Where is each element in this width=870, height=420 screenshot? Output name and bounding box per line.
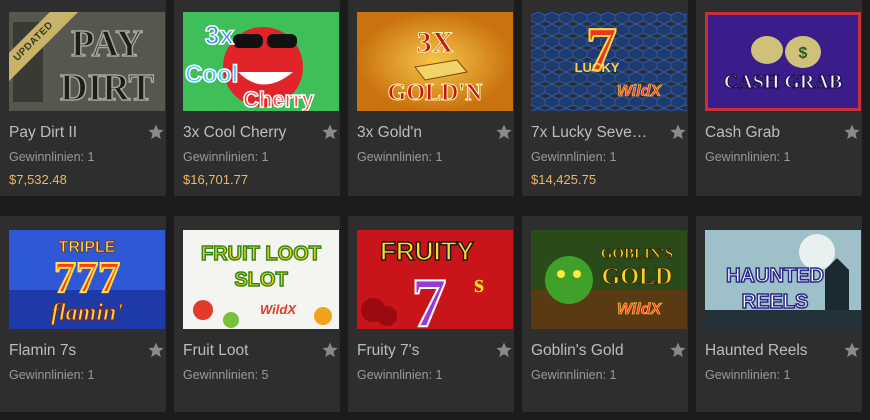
svg-text:FRUIT LOOT: FRUIT LOOT [201,243,321,265]
svg-text:REELS: REELS [742,291,809,313]
paylines-label: Gewinnlinien: 1 [9,150,95,164]
game-thumbnail[interactable]: HAUNTED REELS [705,230,861,329]
paylines-label: Gewinnlinien: 1 [357,368,443,382]
jackpot-amount: $7,532.48 [9,172,67,187]
svg-text:Cool: Cool [185,61,238,88]
svg-text:FRUITY: FRUITY [380,236,474,266]
game-thumbnail[interactable]: FRUITY 7 s [357,230,513,329]
star-icon[interactable] [844,342,860,358]
svg-text:3X: 3X [417,26,454,59]
game-thumbnail[interactable]: FRUIT LOOT SLOT WildX [183,230,339,329]
game-title[interactable]: 3x Cool Cherry [183,124,313,142]
game-card-flamin-7s[interactable]: TRIPLE 777 flamin' Flamin 7s Gewinnlinie… [0,216,166,412]
svg-text:WildX: WildX [617,301,663,318]
game-card-cash-grab[interactable]: $ CASH GRAB Cash Grab Gewinnlinien: 1 [696,0,862,196]
game-thumbnail[interactable]: GOBLIN'S GOLD WildX [531,230,687,329]
game-card-7x-lucky-sevens[interactable]: 7 LUCKY WildX 7x Lucky Seve… Gewinnlinie… [522,0,688,196]
game-card-3x-cool-cherry[interactable]: 3x Cool Cherry 3x Cool Cherry Gewinnlini… [174,0,340,196]
paylines-label: Gewinnlinien: 5 [183,368,269,382]
star-icon[interactable] [322,342,338,358]
game-title[interactable]: Haunted Reels [705,342,835,360]
game-grid: PAY DIRT UPDATED Pay Dirt II Gewinnlinie… [0,0,870,420]
game-title[interactable]: Cash Grab [705,124,835,142]
star-icon[interactable] [844,124,860,140]
svg-text:CASH GRAB: CASH GRAB [724,71,842,93]
svg-text:SLOT: SLOT [234,269,287,291]
game-title[interactable]: Fruit Loot [183,342,313,360]
paylines-label: Gewinnlinien: 1 [705,368,791,382]
svg-text:Cherry: Cherry [243,87,315,111]
game-thumbnail[interactable]: PAY DIRT UPDATED [9,12,165,111]
paylines-label: Gewinnlinien: 1 [357,150,443,164]
game-card-pay-dirt-ii[interactable]: PAY DIRT UPDATED Pay Dirt II Gewinnlinie… [0,0,166,196]
paylines-label: Gewinnlinien: 1 [531,368,617,382]
paylines-label: Gewinnlinien: 1 [531,150,617,164]
game-title[interactable]: Pay Dirt II [9,124,139,142]
game-thumbnail[interactable]: 3X GOLD'N [357,12,513,111]
game-card-3x-goldn[interactable]: 3X GOLD'N 3x Gold'n Gewinnlinien: 1 [348,0,514,196]
game-thumbnail[interactable]: $ CASH GRAB [705,12,861,111]
svg-text:777: 777 [54,253,120,302]
game-card-haunted-reels[interactable]: HAUNTED REELS Haunted Reels Gewinnlinien… [696,216,862,412]
jackpot-amount: $14,425.75 [531,172,597,187]
svg-text:3x: 3x [205,20,234,50]
game-title[interactable]: Flamin 7s [9,342,139,360]
paylines-label: Gewinnlinien: 1 [183,150,269,164]
svg-text:WildX: WildX [617,83,663,100]
svg-text:HAUNTED: HAUNTED [726,265,824,287]
game-title[interactable]: Goblin's Gold [531,342,661,360]
star-icon[interactable] [496,124,512,140]
star-icon[interactable] [496,342,512,358]
svg-text:7: 7 [412,265,447,329]
svg-text:WildX: WildX [260,302,297,317]
paylines-label: Gewinnlinien: 1 [705,150,791,164]
svg-text:s: s [474,269,484,298]
game-thumbnail[interactable]: 3x Cool Cherry [183,12,339,111]
game-thumbnail[interactable]: TRIPLE 777 flamin' [9,230,165,329]
game-card-goblins-gold[interactable]: GOBLIN'S GOLD WildX Goblin's Gold Gewinn… [522,216,688,412]
game-title[interactable]: 3x Gold'n [357,124,487,142]
star-icon[interactable] [322,124,338,140]
svg-text:flamin': flamin' [51,300,123,326]
svg-text:GOLD'N: GOLD'N [388,80,483,106]
game-thumbnail[interactable]: 7 LUCKY WildX [531,12,687,111]
game-title[interactable]: Fruity 7's [357,342,487,360]
svg-text:GOLD: GOLD [602,264,673,290]
svg-text:$: $ [799,45,808,62]
star-icon[interactable] [670,342,686,358]
game-card-fruity-7s[interactable]: FRUITY 7 s Fruity 7's Gewinnlinien: 1 [348,216,514,412]
star-icon[interactable] [670,124,686,140]
svg-text:GOBLIN'S: GOBLIN'S [601,246,674,262]
jackpot-amount: $16,701.77 [183,172,249,187]
game-title[interactable]: 7x Lucky Seve… [531,124,661,142]
svg-text:DIRT: DIRT [60,67,154,109]
svg-text:PAY: PAY [71,23,143,65]
star-icon[interactable] [148,342,164,358]
svg-text:LUCKY: LUCKY [575,60,620,75]
paylines-label: Gewinnlinien: 1 [9,368,95,382]
star-icon[interactable] [148,124,164,140]
game-card-fruit-loot[interactable]: FRUIT LOOT SLOT WildX Fruit Loot Gewinnl… [174,216,340,412]
